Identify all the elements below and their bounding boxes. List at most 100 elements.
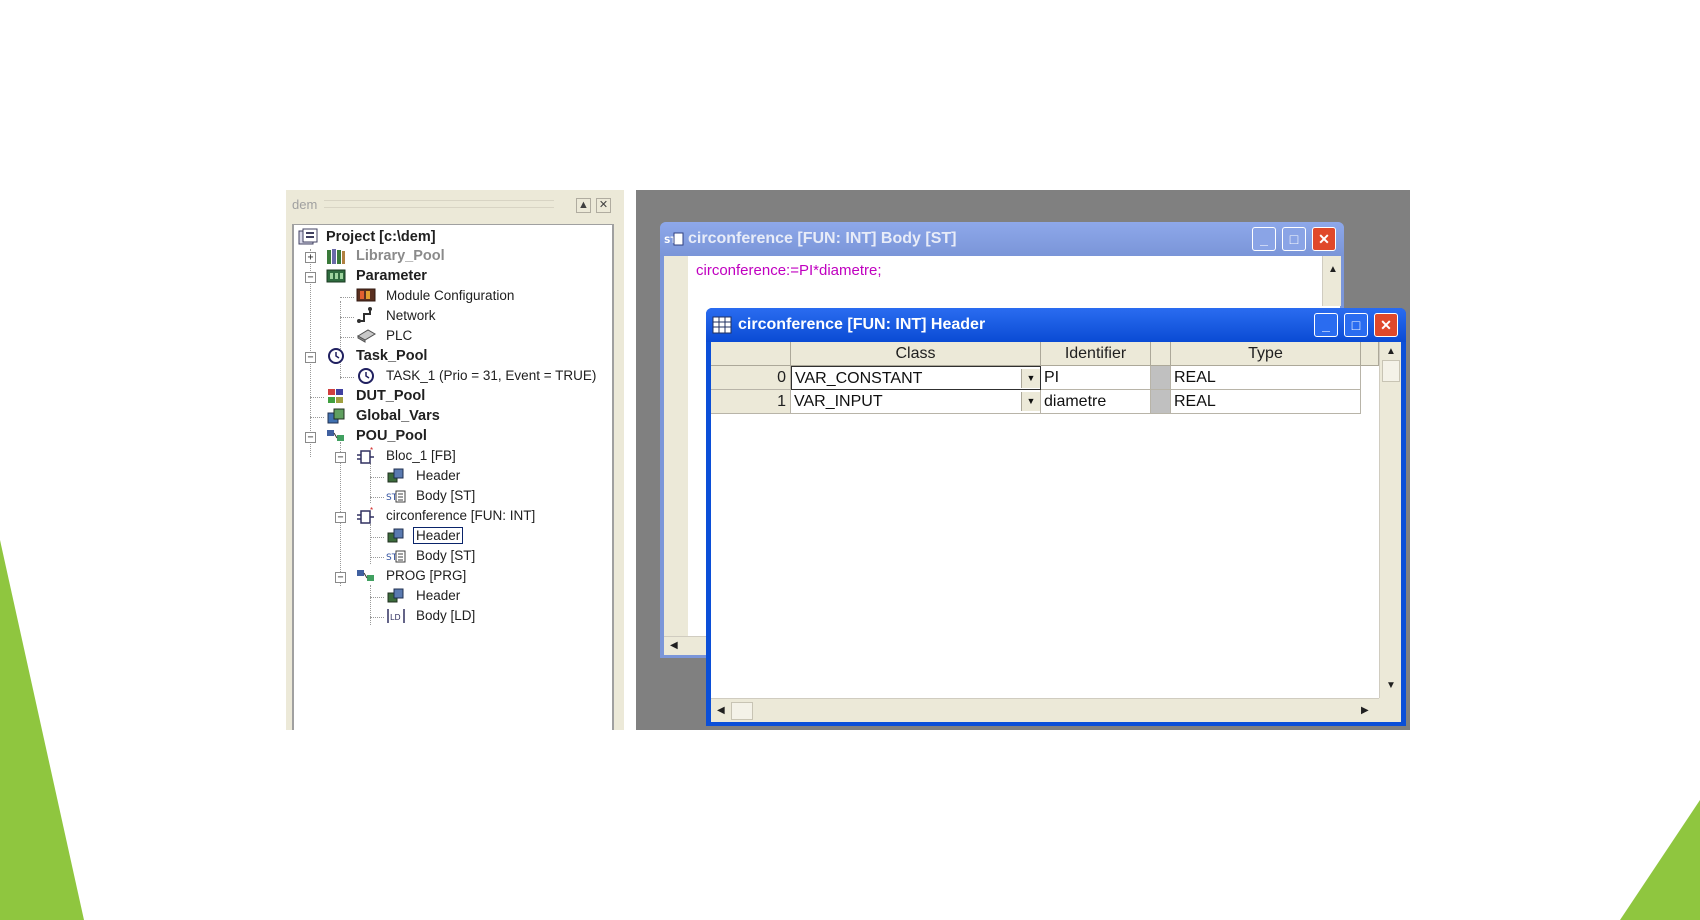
scroll-left-arrow[interactable]: ◀ <box>717 705 725 716</box>
header-editor-window[interactable]: circonference [FUN: INT] Header _ □ ✕ Cl… <box>706 308 1406 726</box>
body-window-titlebar[interactable]: ST circonference [FUN: INT] Body [ST] _ … <box>660 222 1344 256</box>
green-corner-right <box>1620 800 1700 920</box>
scroll-thumb[interactable] <box>731 702 753 720</box>
column-header-extra <box>1361 342 1379 366</box>
panel-pin-button[interactable]: ▲ <box>576 198 591 213</box>
tree-connector <box>340 301 341 379</box>
code-line[interactable]: circonference:=PI*diametre; <box>696 262 882 279</box>
tree-item-module-configuration[interactable]: Module Configuration <box>386 286 514 306</box>
collapse-task-pool[interactable]: − <box>305 352 316 363</box>
ld-body-icon: LD <box>386 607 406 625</box>
column-header-class[interactable]: Class <box>791 342 1041 366</box>
tree-connector <box>340 317 354 318</box>
class-dropdown[interactable]: VAR_CONSTANT ▼ <box>791 366 1041 390</box>
header-window-title: circonference [FUN: INT] Header <box>738 316 986 333</box>
tree-item-bloc-1-header[interactable]: Header <box>416 466 460 486</box>
collapse-pou-pool[interactable]: − <box>305 432 316 443</box>
parameter-icon <box>326 267 346 285</box>
tree-connector <box>370 617 384 618</box>
minimize-button[interactable]: _ <box>1252 227 1276 251</box>
tree-connector <box>340 297 354 298</box>
tree-item-prog-body[interactable]: Body [LD] <box>416 606 475 626</box>
separator-cell <box>1151 390 1171 414</box>
tree-item-circonference-body[interactable]: Body [ST] <box>416 546 475 566</box>
tree-item-network[interactable]: Network <box>386 306 436 326</box>
collapse-prog[interactable]: − <box>335 572 346 583</box>
titlebar-grip <box>324 200 554 208</box>
maximize-button[interactable]: □ <box>1282 227 1306 251</box>
tree-item-prog[interactable]: PROG [PRG] <box>386 566 466 586</box>
function-icon: * <box>356 506 376 525</box>
tree-connector <box>340 337 354 338</box>
tree-item-parameter[interactable]: Parameter <box>356 266 427 286</box>
tree-item-global-vars[interactable]: Global_Vars <box>356 406 440 426</box>
tree-item-task-pool[interactable]: Task_Pool <box>356 346 427 366</box>
expand-library-pool[interactable]: + <box>305 252 316 263</box>
tree-item-bloc-1-body[interactable]: Body [ST] <box>416 486 475 506</box>
tree-item-library-pool[interactable]: Library_Pool <box>356 246 445 266</box>
panel-close-button[interactable]: ✕ <box>596 198 611 213</box>
tree-panel-titlebar[interactable]: dem ▲ ✕ <box>286 190 624 220</box>
clock-icon <box>326 347 346 365</box>
green-corner-left <box>0 540 84 920</box>
plc-icon <box>356 326 376 344</box>
collapse-bloc-1[interactable]: − <box>335 452 346 463</box>
tree-item-project[interactable]: Project [c:\dem] <box>326 227 436 247</box>
tree-item-task-1[interactable]: TASK_1 (Prio = 31, Event = TRUE) <box>386 366 596 386</box>
project-tree[interactable]: Project [c:\dem] + Library_Pool − Parame… <box>292 224 614 730</box>
scroll-down-arrow[interactable]: ▼ <box>1386 680 1396 691</box>
tree-item-pou-pool[interactable]: POU_Pool <box>356 426 427 446</box>
variable-declaration-grid[interactable]: Class Identifier Type 0 VAR_CONSTANT ▼ P… <box>711 342 1401 722</box>
type-cell[interactable]: REAL <box>1171 390 1361 414</box>
st-body-icon: ST <box>386 487 406 505</box>
tree-item-plc[interactable]: PLC <box>386 326 412 346</box>
tree-item-bloc-1[interactable]: Bloc_1 [FB] <box>386 446 456 466</box>
tree-item-circonference[interactable]: circonference [FUN: INT] <box>386 506 535 526</box>
svg-text:*: * <box>370 447 373 455</box>
minimize-button[interactable]: _ <box>1314 313 1338 337</box>
project-icon <box>298 228 318 246</box>
chevron-down-icon[interactable]: ▼ <box>1021 392 1040 411</box>
module-icon <box>356 286 376 304</box>
identifier-cell[interactable]: PI <box>1041 366 1151 390</box>
scroll-up-arrow[interactable]: ▲ <box>1386 346 1396 357</box>
svg-text:*: * <box>370 507 373 515</box>
program-icon <box>356 567 376 585</box>
tree-connector <box>370 477 384 478</box>
class-value: VAR_INPUT <box>794 393 883 410</box>
tree-connector <box>370 524 371 564</box>
scroll-left-arrow[interactable]: ◀ <box>670 640 678 651</box>
type-cell[interactable]: REAL <box>1171 366 1361 390</box>
function-block-icon: * <box>356 446 376 465</box>
row-number[interactable]: 1 <box>711 390 791 414</box>
scroll-thumb[interactable] <box>1382 360 1400 382</box>
tree-item-dut-pool[interactable]: DUT_Pool <box>356 386 425 406</box>
row-number[interactable]: 0 <box>711 366 791 390</box>
grid-horizontal-scrollbar[interactable]: ◀ ▶ <box>711 698 1379 722</box>
class-dropdown[interactable]: VAR_INPUT ▼ <box>791 390 1041 414</box>
maximize-button[interactable]: □ <box>1344 313 1368 337</box>
tree-panel-title: dem <box>292 197 318 212</box>
scroll-up-arrow[interactable]: ▲ <box>1328 264 1338 275</box>
chevron-down-icon[interactable]: ▼ <box>1021 369 1040 388</box>
pou-icon <box>326 427 346 445</box>
collapse-circonference[interactable]: − <box>335 512 346 523</box>
body-window-title: circonference [FUN: INT] Body [ST] <box>688 230 957 247</box>
tree-item-prog-header[interactable]: Header <box>416 586 460 606</box>
header-icon <box>386 467 406 485</box>
close-button[interactable]: ✕ <box>1312 227 1336 251</box>
grid-icon <box>712 316 732 334</box>
network-icon <box>356 306 376 324</box>
st-body-icon: ST <box>386 547 406 565</box>
scroll-right-arrow[interactable]: ▶ <box>1361 705 1369 716</box>
column-header-type[interactable]: Type <box>1171 342 1361 366</box>
editor-vertical-scrollbar[interactable]: ▲ <box>1322 256 1341 306</box>
close-button[interactable]: ✕ <box>1374 313 1398 337</box>
grid-vertical-scrollbar[interactable]: ▲ ▼ <box>1379 342 1401 698</box>
collapse-parameter[interactable]: − <box>305 272 316 283</box>
column-header-identifier[interactable]: Identifier <box>1041 342 1151 366</box>
identifier-cell[interactable]: diametre <box>1041 390 1151 414</box>
header-window-titlebar[interactable]: circonference [FUN: INT] Header _ □ ✕ <box>706 308 1406 342</box>
library-icon <box>326 247 346 265</box>
tree-item-circonference-header[interactable]: Header <box>413 526 464 546</box>
